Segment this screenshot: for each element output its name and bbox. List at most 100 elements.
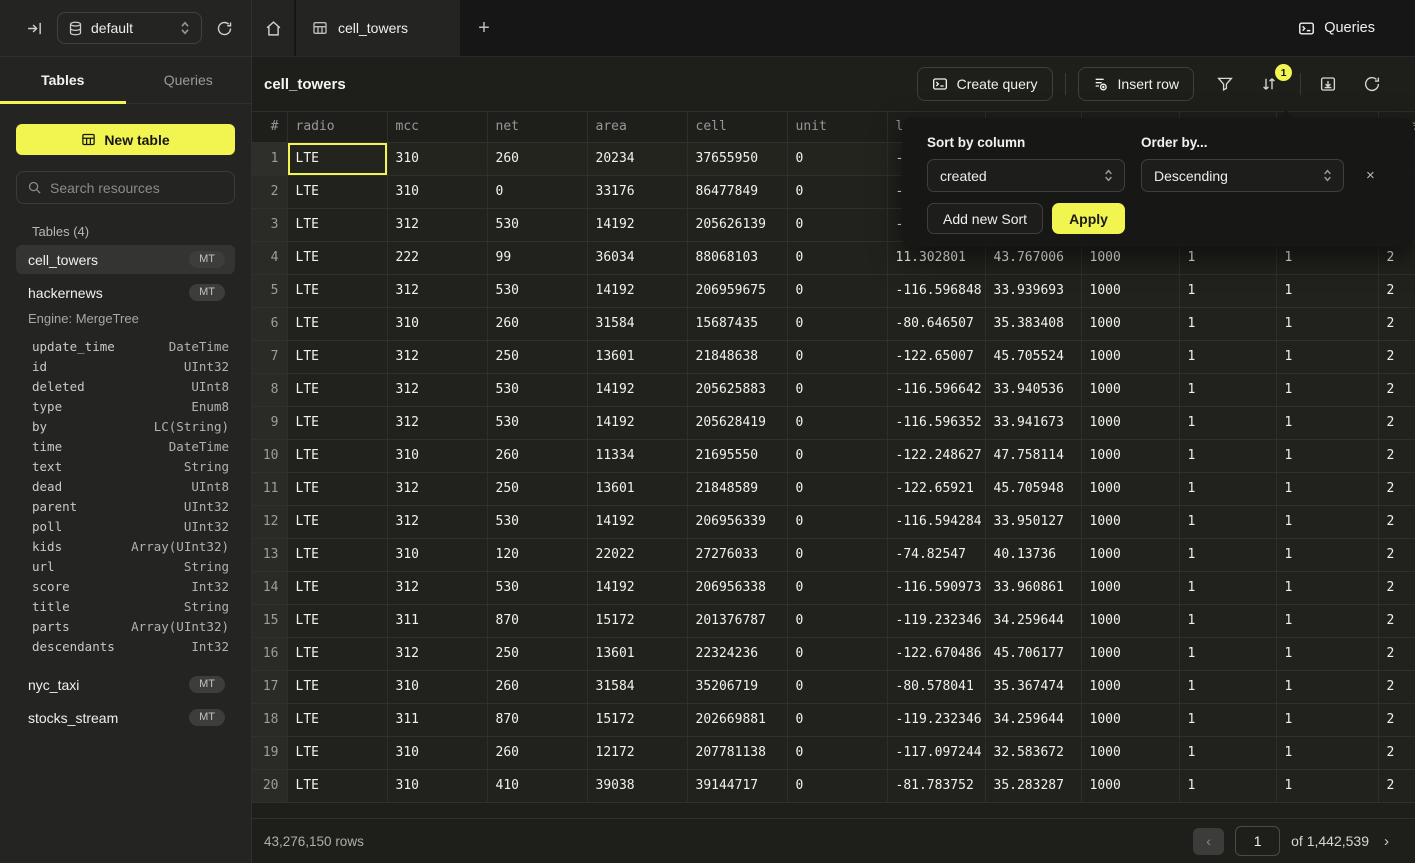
column-header-radio[interactable]: radio [287,112,387,142]
table-cell[interactable]: 206959675 [687,274,787,307]
table-cell[interactable]: 0 [787,505,887,538]
sidebar-table-item[interactable]: hackernewsMT [16,278,235,307]
table-cell[interactable]: 260 [487,670,587,703]
create-query-button[interactable]: Create query [917,67,1053,101]
table-cell[interactable]: 2 [1378,505,1415,538]
table-cell[interactable]: 1 [1179,604,1276,637]
table-cell[interactable]: 1000 [1081,637,1179,670]
table-cell[interactable]: 310 [387,538,487,571]
column-header-cell[interactable]: cell [687,112,787,142]
table-cell[interactable]: 14192 [587,571,687,604]
table-cell[interactable]: 311 [387,703,487,736]
table-cell[interactable]: 1 [1179,769,1276,802]
table-cell[interactable]: LTE [287,769,387,802]
table-cell[interactable]: 15172 [587,604,687,637]
row-number-cell[interactable]: 20 [252,769,287,802]
table-cell[interactable]: 1 [1276,373,1378,406]
table-cell[interactable]: 1000 [1081,307,1179,340]
table-cell[interactable]: 1000 [1081,439,1179,472]
table-cell[interactable]: 1 [1276,340,1378,373]
row-number-cell[interactable]: 7 [252,340,287,373]
table-cell[interactable]: 1000 [1081,769,1179,802]
table-cell[interactable]: 0 [787,571,887,604]
table-cell[interactable]: 1 [1179,472,1276,505]
table-cell[interactable]: 2 [1378,274,1415,307]
table-cell[interactable]: 1 [1179,736,1276,769]
table-cell[interactable]: LTE [287,142,387,175]
table-cell[interactable]: 12172 [587,736,687,769]
table-cell[interactable]: 21848589 [687,472,787,505]
home-tab-button[interactable] [252,0,294,56]
table-cell[interactable]: 22022 [587,538,687,571]
row-number-cell[interactable]: 14 [252,571,287,604]
table-cell[interactable]: 40.13736 [985,538,1081,571]
table-cell[interactable]: 14192 [587,373,687,406]
table-cell[interactable]: 31584 [587,307,687,340]
sidebar-tab-tables[interactable]: Tables [0,57,126,103]
table-cell[interactable]: 1 [1276,736,1378,769]
download-button[interactable] [1313,69,1343,99]
table-cell[interactable]: 1 [1276,274,1378,307]
row-number-cell[interactable]: 1 [252,142,287,175]
table-cell[interactable]: -80.578041 [887,670,985,703]
table-cell[interactable]: 0 [787,703,887,736]
table-cell[interactable]: 1 [1179,439,1276,472]
table-cell[interactable]: 1 [1276,703,1378,736]
table-cell[interactable]: 250 [487,340,587,373]
table-cell[interactable]: 1000 [1081,571,1179,604]
column-header-net[interactable]: net [487,112,587,142]
table-cell[interactable]: 0 [787,637,887,670]
table-cell[interactable]: 2 [1378,736,1415,769]
table-cell[interactable]: 530 [487,274,587,307]
table-cell[interactable]: -119.232346 [887,703,985,736]
add-new-sort-button[interactable]: Add new Sort [927,203,1043,234]
table-cell[interactable]: 310 [387,142,487,175]
table-cell[interactable]: 13601 [587,340,687,373]
table-cell[interactable]: 1000 [1081,703,1179,736]
table-cell[interactable]: 0 [787,769,887,802]
row-number-cell[interactable]: 8 [252,373,287,406]
table-cell[interactable]: 1 [1276,505,1378,538]
table-cell[interactable]: 35.283287 [985,769,1081,802]
table-cell[interactable]: LTE [287,637,387,670]
row-number-cell[interactable]: 4 [252,241,287,274]
row-number-cell[interactable]: 12 [252,505,287,538]
table-cell[interactable]: 1 [1179,703,1276,736]
table-cell[interactable]: LTE [287,538,387,571]
table-cell[interactable]: 13601 [587,637,687,670]
table-cell[interactable]: 207781138 [687,736,787,769]
row-number-cell[interactable]: 9 [252,406,287,439]
table-cell[interactable]: 2 [1378,340,1415,373]
table-cell[interactable]: 21848638 [687,340,787,373]
table-cell[interactable]: 260 [487,307,587,340]
table-cell[interactable]: 35.367474 [985,670,1081,703]
table-cell[interactable]: 1 [1276,637,1378,670]
table-cell[interactable]: 1 [1179,538,1276,571]
table-cell[interactable]: 1 [1179,505,1276,538]
table-cell[interactable]: 310 [387,769,487,802]
table-cell[interactable]: -74.82547 [887,538,985,571]
table-cell[interactable]: 13601 [587,472,687,505]
table-cell[interactable]: 1 [1276,769,1378,802]
table-cell[interactable]: 14192 [587,406,687,439]
table-cell[interactable]: 310 [387,307,487,340]
table-cell[interactable]: LTE [287,571,387,604]
table-cell[interactable]: 312 [387,274,487,307]
table-cell[interactable]: LTE [287,604,387,637]
table-cell[interactable]: LTE [287,340,387,373]
sort-button[interactable]: 1 [1254,69,1284,99]
table-cell[interactable]: 530 [487,571,587,604]
table-cell[interactable]: 1000 [1081,670,1179,703]
table-cell[interactable]: LTE [287,472,387,505]
table-cell[interactable]: 1000 [1081,406,1179,439]
table-cell[interactable]: 311 [387,604,487,637]
sidebar-table-item[interactable]: nyc_taxiMT [16,670,235,699]
table-cell[interactable]: 15687435 [687,307,787,340]
table-cell[interactable]: 530 [487,505,587,538]
table-cell[interactable]: 0 [787,604,887,637]
table-cell[interactable]: 260 [487,736,587,769]
table-cell[interactable]: 88068103 [687,241,787,274]
table-cell[interactable]: 0 [787,538,887,571]
prev-page-button[interactable]: ‹ [1193,828,1224,855]
table-cell[interactable]: LTE [287,406,387,439]
